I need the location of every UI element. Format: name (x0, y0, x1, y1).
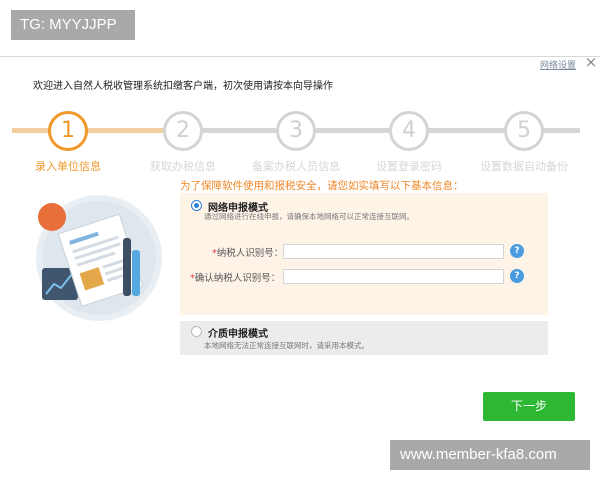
step-5-label: 设置数据自动备份 (480, 160, 568, 173)
step-5-circle: 5 (504, 111, 544, 151)
taxpayer-id-input[interactable] (283, 244, 504, 259)
taxpayer-id-help-icon[interactable]: ? (510, 244, 524, 258)
offline-mode-title: 介质申报模式 (208, 329, 268, 340)
step-3-circle: 3 (276, 111, 316, 151)
form-prompt: 为了保障软件使用和报税安全，请您如实填写以下基本信息： (180, 180, 464, 192)
taxpayer-id-label: *纳税人识别号： (212, 248, 284, 259)
confirm-id-input[interactable] (283, 269, 504, 284)
step-4-label: 设置登录密码 (376, 160, 442, 173)
next-step-button[interactable]: 下一步 (483, 392, 575, 421)
online-mode-radio[interactable] (191, 200, 202, 211)
documents-illustration-icon (36, 195, 162, 321)
step-3-label: 备案办税人员信息 (252, 160, 340, 173)
offline-mode-radio[interactable] (191, 326, 202, 337)
network-settings-link[interactable]: 网络设置 (540, 58, 576, 71)
confirm-id-help-icon[interactable]: ? (510, 269, 524, 283)
step-1-circle: 1 (48, 111, 88, 151)
step-2-circle: 2 (163, 111, 203, 151)
online-mode-desc: 通过网络进行在线申报，请确保本地网络可以正常连接互联网。 (204, 212, 414, 221)
step-1-label: 录入单位信息 (35, 160, 101, 173)
page: 网络设置 × 欢迎进入自然人税收管理系统扣缴客户端，初次使用请按本向导操作 1 … (0, 0, 600, 480)
welcome-text: 欢迎进入自然人税收管理系统扣缴客户端，初次使用请按本向导操作 (33, 81, 333, 92)
watermark-top-left: TG: MYYJJPP (11, 10, 135, 40)
progress-bar-completed (12, 128, 167, 133)
offline-mode-desc: 本地网络无法正常连接互联网时，请采用本模式。 (204, 341, 369, 350)
confirm-id-label: *确认纳税人识别号： (190, 273, 281, 284)
watermark-bottom-right: www.member-kfa8.com (390, 440, 590, 470)
close-button[interactable]: × (583, 54, 599, 70)
step-4-circle: 4 (389, 111, 429, 151)
step-2-label: 获取办税信息 (150, 160, 216, 173)
